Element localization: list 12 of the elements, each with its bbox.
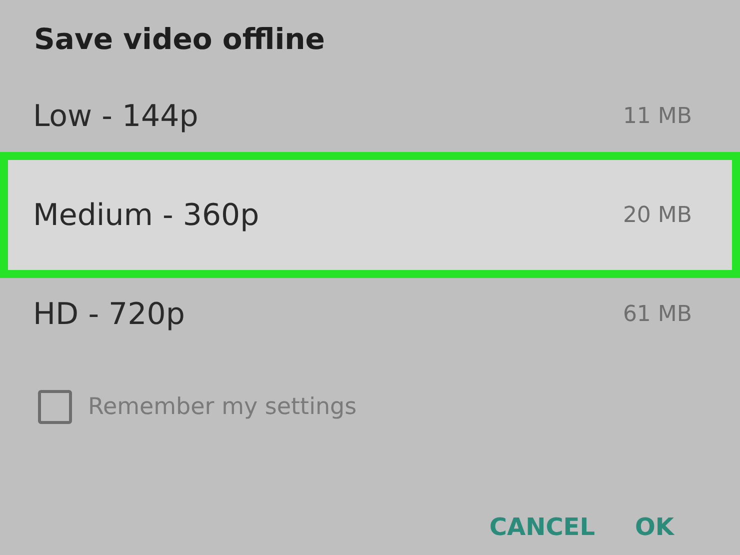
file-size: 20 MB	[622, 202, 692, 230]
file-size: 61 MB	[622, 300, 692, 328]
file-size: 11 MB	[622, 102, 692, 130]
dialog-title: Save video offline	[33, 21, 326, 58]
quality-option[interactable]: Low - 144p 11 MB	[0, 80, 740, 152]
quality-option[interactable]: HD - 720p 61 MB	[0, 278, 740, 350]
option-label: HD - 720p	[33, 296, 185, 334]
option-label: Low - 144p	[33, 98, 198, 136]
remember-checkbox[interactable]	[38, 390, 72, 424]
quality-option[interactable]: Medium - 360p 20 MB	[0, 152, 740, 278]
option-label: Medium - 360p	[33, 196, 260, 234]
checkbox-label: Remember my settings	[88, 393, 357, 422]
